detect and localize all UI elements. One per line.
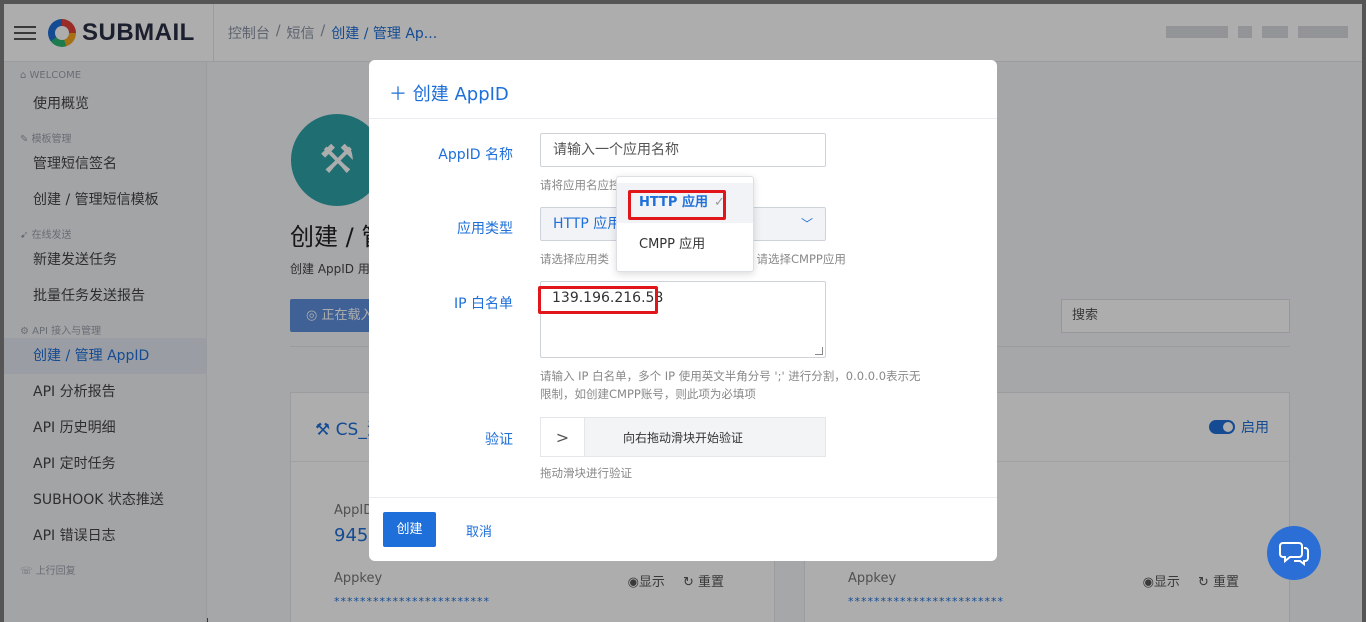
chevron-right-icon: > [555,427,570,447]
ip-hint-line1: 请输入 IP 白名单，多个 IP 使用英文半角分号 ';' 进行分割，0.0.0… [540,369,921,383]
name-hint: 请将应用名应控 [540,178,621,192]
slider-captcha[interactable]: > 向右拖动滑块开始验证 [540,417,826,457]
ip-whitelist-label: IP 白名单 [453,296,513,312]
dropdown-option-cmpp[interactable]: CMPP 应用 [617,225,753,265]
plus-icon: ＋ [389,84,407,105]
divider [369,118,997,119]
resize-handle[interactable] [815,347,823,355]
chat-icon [1279,542,1309,566]
highlight-box [628,190,726,220]
verify-label: 验证 [485,432,513,448]
chevron-down-icon: ﹀ [800,217,813,231]
slider-handle[interactable]: > [541,418,585,456]
verify-hint: 拖动滑块进行验证 [540,466,632,480]
app-type-value: HTTP 应用 [553,216,622,232]
modal-title: ＋ 创建 AppID [389,84,509,105]
highlight-box [538,286,658,314]
appid-name-input[interactable]: 请输入一个应用名称 [540,133,826,167]
appid-name-label: AppID 名称 [438,147,513,163]
ip-hint-line2: 限制，如创建CMPP账号，则此项为必填项 [540,387,756,401]
slider-instruction: 向右拖动滑块开始验证 [623,431,744,445]
chat-button[interactable] [1267,526,1321,580]
create-button[interactable]: 创建 [383,512,436,547]
create-appid-modal: ＋ 创建 AppID AppID 名称 请输入一个应用名称 请将应用名应控 应用… [369,60,997,561]
divider [369,497,997,498]
cancel-button[interactable]: 取消 [466,521,492,540]
app-type-label: 应用类型 [457,221,513,237]
